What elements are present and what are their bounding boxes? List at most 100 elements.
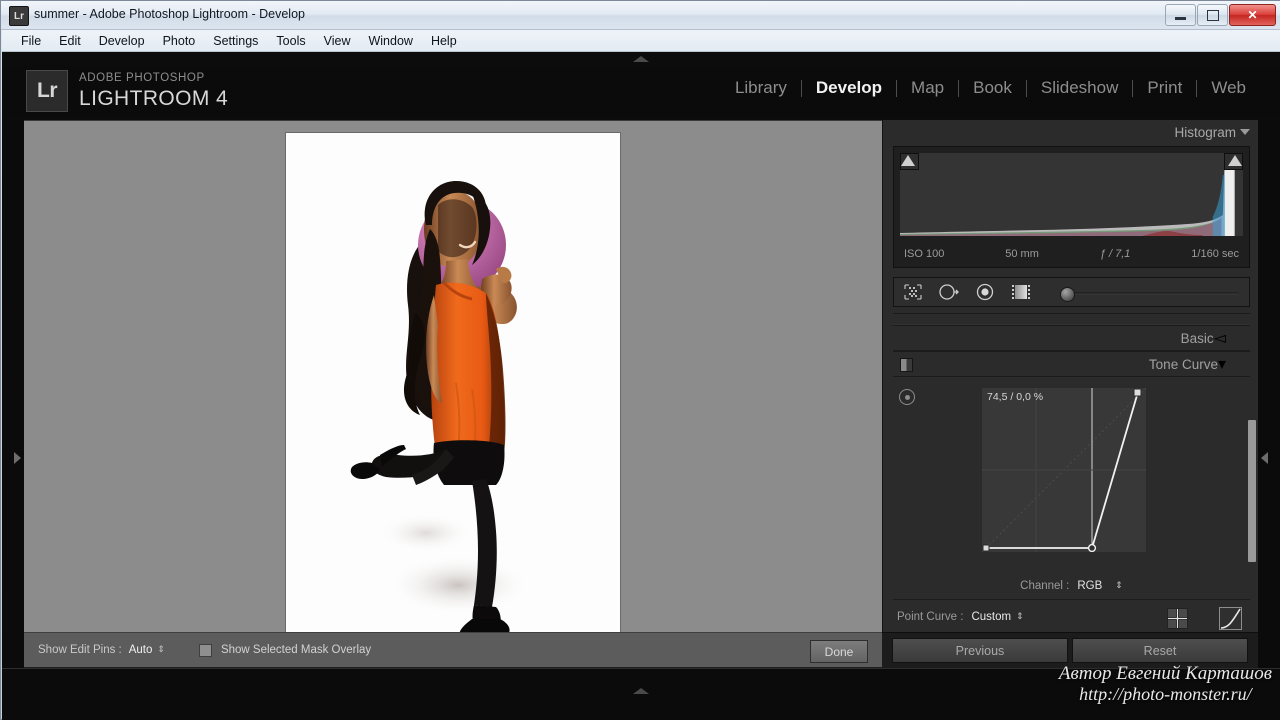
module-develop[interactable]: Develop [802, 78, 896, 98]
tone-curve-panel-title: Tone Curve [1148, 356, 1218, 372]
chevron-up-icon[interactable] [633, 56, 649, 62]
crop-overlay-tool[interactable] [902, 282, 924, 302]
module-picker: Library Develop Map Book Slideshow Print… [721, 78, 1260, 98]
module-library[interactable]: Library [721, 78, 801, 98]
targeted-adjustment-tool[interactable] [899, 389, 915, 405]
lightroom-window: Lr summer - Adobe Photoshop Lightroom - … [0, 0, 1280, 720]
window-title: summer - Adobe Photoshop Lightroom - Dev… [34, 7, 305, 21]
graduated-filter-tool[interactable] [1010, 282, 1032, 302]
menu-tools[interactable]: Tools [267, 32, 314, 50]
adjustment-brush-tool[interactable] [1060, 287, 1075, 302]
module-print[interactable]: Print [1133, 78, 1196, 98]
metadata-focal: 50 mm [1005, 248, 1039, 260]
panel-divider [893, 313, 1250, 325]
chevron-down-icon[interactable] [1240, 129, 1250, 135]
develop-toolbar: Show Edit Pins : Auto ⇕ Show Selected Ma… [24, 632, 882, 668]
image-canvas[interactable] [24, 120, 882, 700]
menu-photo[interactable]: Photo [154, 32, 205, 50]
menu-file[interactable]: File [12, 32, 50, 50]
channel-value[interactable]: RGB [1077, 580, 1102, 592]
minimize-button[interactable] [1165, 4, 1196, 26]
collapse-icon[interactable]: ◅ [1214, 328, 1226, 348]
menu-window[interactable]: Window [359, 32, 421, 50]
panel-switch-toggle[interactable] [900, 358, 913, 372]
channel-label: Channel : [1020, 580, 1070, 592]
minimize-icon [1175, 17, 1186, 20]
point-curve-editor-icon[interactable] [1219, 607, 1242, 630]
lightroom-app: Lr ADOBE PHOTOSHOP LIGHTROOM 4 Library D… [2, 52, 1280, 720]
panel-action-bar: Previous Reset [882, 632, 1258, 668]
channel-stepper-icon[interactable]: ⇕ [1115, 580, 1123, 590]
metadata-aperture: ƒ / 7,1 [1099, 248, 1131, 260]
maximize-button[interactable] [1197, 4, 1228, 26]
identity-plate-bar: Lr ADOBE PHOTOSHOP LIGHTROOM 4 Library D… [2, 66, 1280, 131]
menu-settings[interactable]: Settings [204, 32, 267, 50]
mask-overlay-label: Show Selected Mask Overlay [220, 644, 372, 656]
filmstrip-collapsed[interactable] [2, 668, 1280, 720]
spot-removal-tool[interactable] [938, 282, 960, 302]
filmstrip-divider [2, 668, 1280, 669]
photo-metadata: ISO 100 50 mm ƒ / 7,1 1/160 sec [900, 245, 1243, 263]
tone-curve-readout: 74,5 / 0,0 % [987, 391, 1044, 403]
metadata-shutter: 1/160 sec [1191, 248, 1239, 260]
maximize-icon [1206, 9, 1219, 21]
tone-curve-graph-area: 74,5 / 0,0 % [893, 383, 1250, 563]
red-eye-tool[interactable] [974, 282, 996, 302]
tone-curve-panel-header[interactable]: Tone Curve ▾ [893, 351, 1250, 377]
chevron-left-icon[interactable] [1261, 452, 1268, 464]
right-panel: Histogram ISO 100 50 mm ƒ / 7,1 1/160 se… [882, 120, 1258, 700]
point-curve-row: Point Curve : Custom ⇕ [893, 600, 1250, 634]
chevron-up-icon[interactable] [633, 688, 649, 694]
menu-view[interactable]: View [315, 32, 360, 50]
identity-line1: ADOBE PHOTOSHOP [79, 72, 205, 85]
identity-text: ADOBE PHOTOSHOP LIGHTROOM 4 [79, 73, 228, 109]
tool-strip [893, 277, 1250, 307]
point-curve-value[interactable]: Custom [971, 611, 1011, 623]
histogram-plot[interactable] [900, 153, 1243, 236]
metadata-iso: ISO 100 [904, 248, 945, 260]
main-body: Histogram ISO 100 50 mm ƒ / 7,1 1/160 se… [2, 120, 1280, 700]
point-curve-stepper-icon[interactable]: ⇕ [1016, 611, 1024, 621]
menu-develop[interactable]: Develop [90, 32, 154, 50]
show-edit-pins-value[interactable]: Auto [129, 644, 153, 656]
window-frame: Lr summer - Adobe Photoshop Lightroom - … [0, 0, 1280, 720]
left-panel-collapsed[interactable] [2, 120, 24, 700]
identity-plate[interactable]: Lr ADOBE PHOTOSHOP LIGHTROOM 4 [26, 70, 228, 112]
mask-overlay-checkbox[interactable] [198, 643, 212, 657]
histogram-panel[interactable]: ISO 100 50 mm ƒ / 7,1 1/160 sec [893, 146, 1250, 268]
identity-line2: LIGHTROOM 4 [79, 86, 229, 110]
chevron-right-icon[interactable] [14, 452, 21, 464]
done-button[interactable]: Done [810, 640, 868, 663]
tone-curve-graph[interactable] [981, 387, 1147, 553]
app-icon: Lr [9, 6, 29, 26]
highlight-clipping-icon[interactable] [1228, 155, 1242, 166]
menu-edit[interactable]: Edit [50, 32, 90, 50]
right-panel-collapse-strip[interactable] [1258, 120, 1280, 700]
shadow-clipping-icon[interactable] [901, 155, 915, 166]
module-web[interactable]: Web [1197, 78, 1260, 98]
menu-help[interactable]: Help [422, 32, 466, 50]
chevron-down-icon[interactable]: ▾ [1218, 354, 1226, 374]
right-panel-scrollbar[interactable] [1248, 420, 1256, 562]
photo-preview[interactable] [286, 133, 620, 638]
histogram-header[interactable]: Histogram [883, 120, 1258, 144]
show-edit-pins-stepper-icon[interactable]: ⇕ [157, 644, 165, 654]
basic-panel-title: Basic [1180, 330, 1214, 346]
show-edit-pins-label: Show Edit Pins : [38, 644, 122, 656]
title-bar: Lr summer - Adobe Photoshop Lightroom - … [1, 1, 1280, 30]
point-curve-label: Point Curve : [897, 611, 964, 623]
module-slideshow[interactable]: Slideshow [1027, 78, 1133, 98]
edit-point-curve-icon[interactable] [1167, 608, 1188, 629]
reset-button[interactable]: Reset [1072, 638, 1248, 663]
close-button[interactable]: ✕ [1229, 4, 1276, 26]
brush-size-slider[interactable] [1062, 292, 1239, 295]
target-dot-icon [904, 394, 910, 400]
basic-panel-header[interactable]: Basic ◅ [893, 325, 1250, 351]
menu-bar: File Edit Develop Photo Settings Tools V… [2, 30, 1280, 52]
previous-button[interactable]: Previous [892, 638, 1068, 663]
module-map[interactable]: Map [897, 78, 958, 98]
window-controls: ✕ [1165, 4, 1276, 26]
channel-row: Channel : RGB ⇕ [893, 573, 1250, 600]
top-panel-toggle-strip[interactable] [2, 52, 1280, 66]
module-book[interactable]: Book [959, 78, 1026, 98]
